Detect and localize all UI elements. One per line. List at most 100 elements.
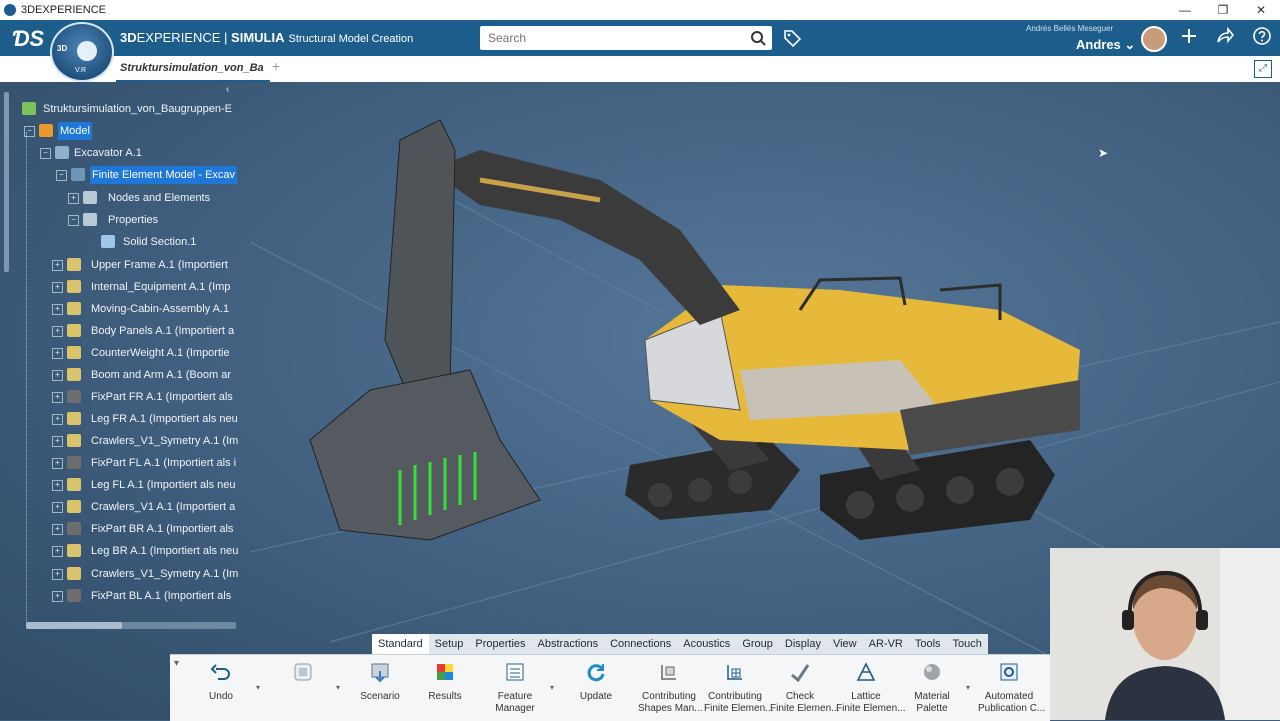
brand-mid: EXPERIENCE | [136, 30, 232, 45]
automated-publication-button[interactable]: Automated Publication C... [978, 661, 1045, 715]
compass-widget[interactable]: 3D V.R [50, 22, 114, 82]
contributing-shapes-button[interactable]: Contributing Shapes Man... [638, 661, 702, 715]
tree-item-part[interactable]: + Body Panels A.1 (Importiert a [52, 322, 240, 340]
update-button[interactable]: Update [576, 661, 616, 703]
restore-button[interactable]: ❐ [1204, 0, 1242, 20]
expand-icon[interactable]: + [52, 569, 63, 580]
expand-icon[interactable]: + [52, 282, 63, 293]
add-icon[interactable] [1179, 26, 1199, 46]
lattice-icon [856, 662, 876, 681]
expand-icon[interactable]: + [52, 348, 63, 359]
picker-dropdown-icon[interactable]: ▾ [336, 683, 340, 692]
search-icon[interactable] [744, 26, 772, 50]
tree-item-part[interactable]: + CounterWeight A.1 (Importie [52, 344, 240, 362]
expand-icon[interactable]: + [68, 193, 79, 204]
tree-item-part[interactable]: + Boom and Arm A.1 (Boom ar [52, 366, 240, 384]
tree-item-part[interactable]: + Moving-Cabin-Assembly A.1 [52, 300, 240, 318]
tab-acoustics[interactable]: Acoustics [677, 634, 737, 654]
fullscreen-icon[interactable]: ⤢ [1254, 60, 1272, 78]
tree-item-part[interactable]: + Internal_Equipment A.1 (Imp [52, 278, 240, 296]
tab-tools[interactable]: Tools [908, 634, 947, 654]
expand-icon[interactable]: + [52, 524, 63, 535]
expand-icon[interactable]: + [52, 502, 63, 513]
search-input[interactable] [486, 26, 730, 50]
scrollbar-thumb[interactable] [26, 622, 122, 629]
expand-icon[interactable]: + [52, 326, 63, 337]
share-icon[interactable] [1215, 26, 1235, 46]
tree-item-part[interactable]: + Leg FL A.1 (Importiert als neu [52, 476, 240, 494]
lattice-fe-button[interactable]: Lattice Finite Elemen... [836, 661, 905, 715]
tab-ar-vr[interactable]: AR-VR [862, 634, 909, 654]
tab-group[interactable]: Group [736, 634, 779, 654]
tree-item-model[interactable]: − Model [24, 122, 234, 140]
tree-item-label: Leg FR A.1 (Importiert als neu [91, 413, 238, 425]
check-fe-button[interactable]: Check Finite Elemen... [770, 661, 839, 715]
undo-dropdown-icon[interactable]: ▾ [256, 683, 260, 692]
tree-horizontal-scrollbar[interactable] [26, 622, 236, 629]
tree-item-excavator[interactable]: − Excavator A.1 [40, 144, 240, 162]
add-tab-icon[interactable]: + [272, 58, 280, 74]
tab-touch[interactable]: Touch [946, 634, 988, 654]
collapse-icon[interactable]: − [56, 170, 67, 181]
part-icon [67, 589, 81, 602]
tree-item-fem[interactable]: − Finite Element Model - Excav [56, 166, 241, 184]
toolbar-collapse-icon[interactable]: ▾ [174, 658, 179, 669]
tree-item-part[interactable]: + FixPart BR A.1 (Importiert als [52, 520, 240, 538]
material-palette-button[interactable]: Material Palette [910, 661, 954, 715]
avatar[interactable] [1141, 26, 1167, 52]
tree-root[interactable]: Struktursimulation_von_Baugruppen-E [22, 100, 242, 118]
material-dropdown-icon[interactable]: ▾ [966, 683, 970, 692]
tree-item-part[interactable]: + Leg FR A.1 (Importiert als neu [52, 410, 240, 428]
tree-item-nodes[interactable]: + Nodes and Elements [68, 189, 240, 207]
minimize-button[interactable]: — [1166, 0, 1204, 20]
tab-document[interactable]: Struktursimulation_von_Ba [116, 56, 270, 82]
tree-item-part[interactable]: + FixPart FL A.1 (Importiert als i [52, 454, 240, 472]
tree-item-part[interactable]: + Crawlers_V1_Symetry A.1 (Im [52, 432, 240, 450]
tree-item-properties[interactable]: − Properties [68, 211, 240, 229]
collapse-icon[interactable]: − [68, 215, 79, 226]
expand-icon[interactable]: + [52, 304, 63, 315]
contrib-fe-label-2: Finite Elemen... [704, 703, 774, 714]
tree-item-part[interactable]: + FixPart BL A.1 (Importiert als [52, 587, 240, 605]
close-button[interactable]: ✕ [1242, 0, 1280, 20]
material-icon [924, 664, 940, 680]
tab-connections[interactable]: Connections [604, 634, 678, 654]
expand-icon[interactable]: + [52, 591, 63, 602]
help-icon[interactable] [1252, 26, 1272, 46]
user-menu[interactable]: Andres ⌄ [1076, 37, 1135, 53]
results-button[interactable]: Results [425, 661, 465, 703]
expand-icon[interactable]: + [52, 414, 63, 425]
tool-picker-button[interactable] [288, 661, 318, 691]
tag-icon[interactable] [782, 28, 802, 48]
expand-icon[interactable]: + [52, 458, 63, 469]
collapse-icon[interactable]: − [40, 148, 51, 159]
tab-view[interactable]: View [826, 634, 863, 654]
expand-icon[interactable]: + [52, 546, 63, 557]
play-icon[interactable] [77, 41, 97, 61]
excavator-model[interactable] [300, 110, 1090, 550]
tree-item-part[interactable]: + Crawlers_V1_Symetry A.1 (Im [52, 565, 240, 583]
tab-setup[interactable]: Setup [428, 634, 470, 654]
tab-abstractions[interactable]: Abstractions [531, 634, 605, 654]
contributing-fe-button[interactable]: Contributing Finite Elemen... [704, 661, 774, 715]
tree-item-part[interactable]: + Leg BR A.1 (Importiert als neu [52, 542, 240, 560]
expand-icon[interactable]: + [52, 392, 63, 403]
scenario-button[interactable]: Scenario [360, 661, 400, 703]
dassault-logo-icon[interactable]: ƊS [12, 26, 44, 52]
expand-icon[interactable]: + [52, 370, 63, 381]
publication-icon [1000, 663, 1018, 681]
expand-icon[interactable]: + [52, 260, 63, 271]
tab-properties[interactable]: Properties [469, 634, 532, 654]
tree-item-solid-section[interactable]: Solid Section.1 [86, 233, 240, 251]
tree-item-label: CounterWeight A.1 (Importie [91, 347, 230, 359]
expand-icon[interactable]: + [52, 436, 63, 447]
feature-manager-dropdown-icon[interactable]: ▾ [550, 683, 554, 692]
tree-item-part[interactable]: + Crawlers_V1 A.1 (Importiert a [52, 498, 240, 516]
expand-icon[interactable]: + [52, 480, 63, 491]
undo-button[interactable]: Undo [206, 661, 236, 703]
tab-display[interactable]: Display [778, 634, 827, 654]
tree-item-part[interactable]: + Upper Frame A.1 (Importiert [52, 256, 240, 274]
tab-standard[interactable]: Standard [372, 634, 429, 654]
tree-item-part[interactable]: + FixPart FR A.1 (Importiert als [52, 388, 240, 406]
feature-manager-button[interactable]: Feature Manager [495, 661, 535, 715]
